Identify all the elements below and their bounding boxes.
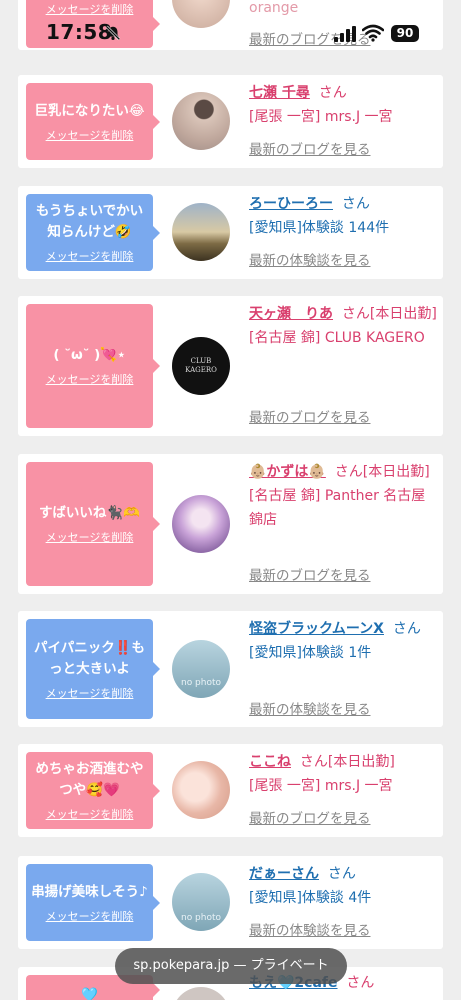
message-text: 🩵 [81,986,98,1000]
latest-link[interactable]: 最新のブログを見る [249,138,371,162]
no-photo-label: no photo [180,678,222,688]
avatar[interactable]: no photo [172,873,230,931]
profile-name-link[interactable]: 怪盗ブラックムーンX [249,621,384,637]
message-card: ( ˘ω˘ )💘⋆ メッセージを削除 CLUB KAGERO 天ヶ瀬 りあ さん… [18,296,443,436]
delete-message-link[interactable]: メッセージを削除 [46,529,134,545]
avatar[interactable] [172,761,230,819]
avatar[interactable] [172,92,230,150]
card-info: ろーひーろー さん [愛知県]体験談 144件 最新の体験談を見る [249,192,439,269]
profile-name-link[interactable]: だぁーさん [249,866,319,882]
message-card: すばいいね🐈‍⬛🫶 メッセージを削除 👶🏼かずは👶🏼 さん[本日出勤] [名古屋… [18,454,443,594]
status-bar: 17:58 90 [0,0,461,66]
card-info: だぁーさん さん [愛知県]体験談 4件 最新の体験談を見る [249,862,439,939]
latest-link[interactable]: 最新のブログを見る [249,807,371,831]
latest-link[interactable]: 最新の体験談を見る [249,249,371,273]
avatar[interactable]: CLUB KAGERO [172,337,230,395]
profile-name-link[interactable]: 👶🏼かずは👶🏼 [249,464,326,480]
message-card: めちゃお酒進むやつや🥰💗 メッセージを削除 ここね さん[本日出勤] [尾張 一… [18,744,443,837]
message-bubble: 巨乳になりたい😂 メッセージを削除 [26,83,160,160]
bell-muted-icon [105,25,121,41]
delete-message-link[interactable]: メッセージを削除 [46,127,134,143]
message-text: パイパニック‼️もっと大きいよ [33,639,146,677]
honorific: さん[本日出勤] [299,754,395,770]
delete-message-link[interactable]: メッセージを削除 [46,248,134,264]
message-card: 巨乳になりたい😂 メッセージを削除 七瀬 千尋 さん [尾張 一宮] mrs.J… [18,75,443,168]
shop-text: [名古屋 錦] Panther 名古屋錦店 [249,488,426,528]
card-info: ここね さん[本日出勤] [尾張 一宮] mrs.J 一宮 最新のブログを見る [249,750,439,827]
latest-link[interactable]: 最新のブログを見る [249,564,371,588]
message-bubble: すばいいね🐈‍⬛🫶 メッセージを削除 [26,462,160,586]
message-bubble: めちゃお酒進むやつや🥰💗 メッセージを削除 [26,752,160,829]
card-info: 七瀬 千尋 さん [尾張 一宮] mrs.J 一宮 最新のブログを見る [249,81,439,158]
message-text: 串揚げ美味しそう♪ [31,883,148,900]
honorific: さん [341,196,370,212]
wifi-icon [362,24,384,42]
message-card: 串揚げ美味しそう♪ メッセージを削除 no photo だぁーさん さん [愛知… [18,856,443,949]
message-text: もうちょいでかい知らんけど🤣 [35,203,144,240]
no-photo-label: no photo [180,913,222,923]
message-bubble: もうちょいでかい知らんけど🤣 メッセージを削除 [26,194,160,271]
card-info: 👶🏼かずは👶🏼 さん[本日出勤] [名古屋 錦] Panther 名古屋錦店 最… [249,460,439,584]
message-text: すばいいね🐈‍⬛🫶 [38,505,141,521]
message-text: めちゃお酒進むやつや🥰💗 [35,761,144,798]
message-bubble: パイパニック‼️もっと大きいよ メッセージを削除 [26,619,160,719]
battery-indicator: 90 [391,25,419,42]
avatar-logo-text: CLUB KAGERO [185,357,217,374]
status-time: 17:58 [46,20,113,44]
signal-icon [334,26,356,42]
latest-link[interactable]: 最新の体験談を見る [249,698,371,722]
profile-name-link[interactable]: 七瀬 千尋 [249,85,310,101]
message-text: 巨乳になりたい😂 [34,102,145,119]
avatar[interactable] [172,495,230,553]
shop-text: [尾張 一宮] mrs.J 一宮 [249,778,393,794]
card-info: 怪盗ブラックムーンX さん [愛知県]体験談 1件 最新の体験談を見る [249,617,439,718]
latest-link[interactable]: 最新の体験談を見る [249,919,371,943]
message-bubble: ( ˘ω˘ )💘⋆ メッセージを削除 [26,304,160,428]
delete-message-link[interactable]: メッセージを削除 [46,806,134,822]
honorific: さん[本日出勤] [341,306,437,322]
delete-message-link[interactable]: メッセージを削除 [46,685,134,701]
avatar[interactable]: no photo [172,640,230,698]
card-info: 天ヶ瀬 りあ さん[本日出勤] [名古屋 錦] CLUB KAGERO 最新のブ… [249,302,439,426]
honorific: さん [318,85,347,101]
shop-text: [愛知県]体験談 4件 [249,890,372,906]
shop-text: [愛知県]体験談 1件 [249,645,372,661]
profile-name-link[interactable]: ここね [249,754,291,770]
latest-link[interactable]: 最新のブログを見る [249,406,371,430]
shop-text: [愛知県]体験談 144件 [249,220,390,236]
honorific: さん [392,621,421,637]
message-bubble: 串揚げ美味しそう♪ メッセージを削除 [26,864,160,941]
avatar[interactable] [172,203,230,261]
shop-text: [尾張 一宮] mrs.J 一宮 [249,109,393,125]
honorific: さん[本日出勤] [334,464,430,480]
message-card: パイパニック‼️もっと大きいよ メッセージを削除 no photo 怪盗ブラック… [18,611,443,727]
delete-message-link[interactable]: メッセージを削除 [46,908,134,924]
profile-name-link[interactable]: ろーひーろー [249,196,333,212]
url-bar[interactable]: sp.pokepara.jp — プライベート [115,948,347,984]
delete-message-link[interactable]: メッセージを削除 [46,371,134,387]
honorific: さん [346,975,375,991]
profile-name-link[interactable]: 天ヶ瀬 りあ [249,306,333,322]
message-card: もうちょいでかい知らんけど🤣 メッセージを削除 ろーひーろー さん [愛知県]体… [18,186,443,279]
message-text: ( ˘ω˘ )💘⋆ [53,347,126,363]
avatar[interactable] [172,987,230,1000]
honorific: さん [327,866,356,882]
shop-text: [名古屋 錦] CLUB KAGERO [249,330,425,346]
